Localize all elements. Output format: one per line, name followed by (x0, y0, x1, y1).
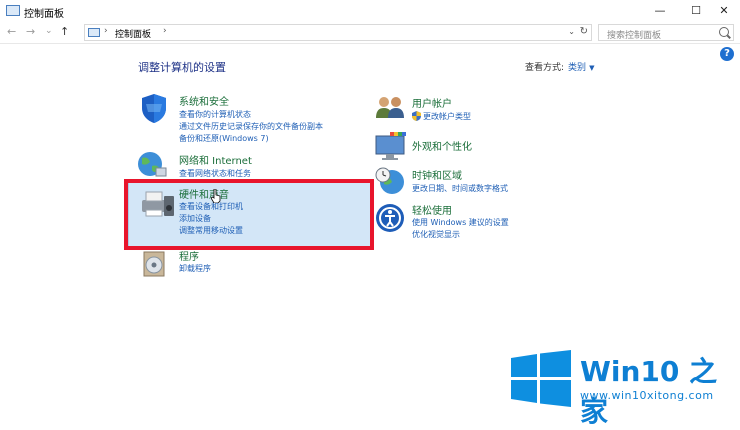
link-item[interactable]: 通过文件历史记录保存你的文件备份副本 (179, 121, 323, 132)
hand-cursor-icon (211, 189, 221, 203)
breadcrumb-control-panel[interactable]: 控制面板 (115, 27, 151, 40)
view-by-label: 查看方式: (525, 63, 565, 73)
search-icon[interactable] (719, 27, 729, 37)
category-title[interactable]: 时钟和区域 (412, 167, 462, 182)
shield-icon (142, 94, 166, 123)
address-toolbar: ← → ⌄ ↑ › 控制面板 › ⌄ ↻ 搜索控制面板 (0, 22, 740, 44)
control-panel-icon (88, 28, 100, 37)
recent-locations-icon[interactable]: ⌄ (45, 26, 53, 36)
help-icon[interactable]: ? (720, 47, 734, 61)
forward-arrow-icon[interactable]: → (26, 25, 35, 38)
category-title[interactable]: 轻松使用 (412, 202, 452, 217)
clock-globe-icon (375, 167, 404, 194)
windows-logo-icon (511, 350, 571, 407)
link-item[interactable]: 查看你的计算机状态 (179, 109, 251, 120)
address-box[interactable]: › 控制面板 › ⌄ ↻ (84, 24, 592, 41)
link-item[interactable]: 使用 Windows 建议的设置 (412, 217, 509, 228)
refresh-icon[interactable]: ↻ (580, 26, 588, 37)
appearance-monitor-icon (375, 132, 406, 160)
category-title[interactable]: 网络和 Internet (179, 152, 252, 167)
up-arrow-icon[interactable]: ↑ (60, 25, 69, 38)
annotation-highlight-box (124, 179, 374, 250)
watermark-url: www.win10xitong.com (580, 389, 714, 402)
category-title[interactable]: 外观和个性化 (412, 138, 472, 153)
search-input[interactable]: 搜索控制面板 (598, 24, 734, 41)
page-title: 调整计算机的设置 (138, 61, 226, 74)
link-item[interactable]: 更改帐户类型 (423, 111, 471, 122)
view-by-dropdown[interactable]: 类别 (568, 63, 586, 73)
search-placeholder: 搜索控制面板 (607, 31, 662, 41)
network-globe-icon (138, 152, 167, 177)
close-button[interactable]: ✕ (708, 0, 740, 22)
category-title[interactable]: 程序 (179, 248, 199, 263)
control-panel-icon (6, 5, 20, 16)
back-arrow-icon[interactable]: ← (7, 25, 16, 38)
users-icon (376, 97, 404, 118)
link-item[interactable]: 备份和还原(Windows 7) (179, 133, 269, 144)
ease-of-access-icon (376, 204, 404, 232)
breadcrumb-separator[interactable]: › (104, 26, 108, 36)
title-bar: 控制面板 — ☐ ✕ (0, 0, 740, 22)
programs-disc-icon (143, 251, 165, 277)
breadcrumb-separator[interactable]: › (163, 26, 167, 36)
category-title[interactable]: 系统和安全 (179, 93, 229, 108)
dropdown-arrow-icon[interactable]: ▼ (589, 64, 594, 72)
link-item[interactable]: 更改日期、时间或数字格式 (412, 183, 508, 194)
link-item[interactable]: 卸载程序 (179, 263, 211, 274)
link-item[interactable]: 优化视觉显示 (412, 229, 460, 240)
uac-shield-icon (412, 111, 421, 121)
window-title: 控制面板 (24, 9, 64, 20)
link-item[interactable]: 查看网络状态和任务 (179, 168, 251, 179)
minimize-button[interactable]: — (644, 0, 676, 22)
chevron-down-icon[interactable]: ⌄ (568, 27, 575, 36)
category-title[interactable]: 用户帐户 (412, 95, 452, 110)
view-by-control: 查看方式: 类别 ▼ (525, 60, 594, 73)
